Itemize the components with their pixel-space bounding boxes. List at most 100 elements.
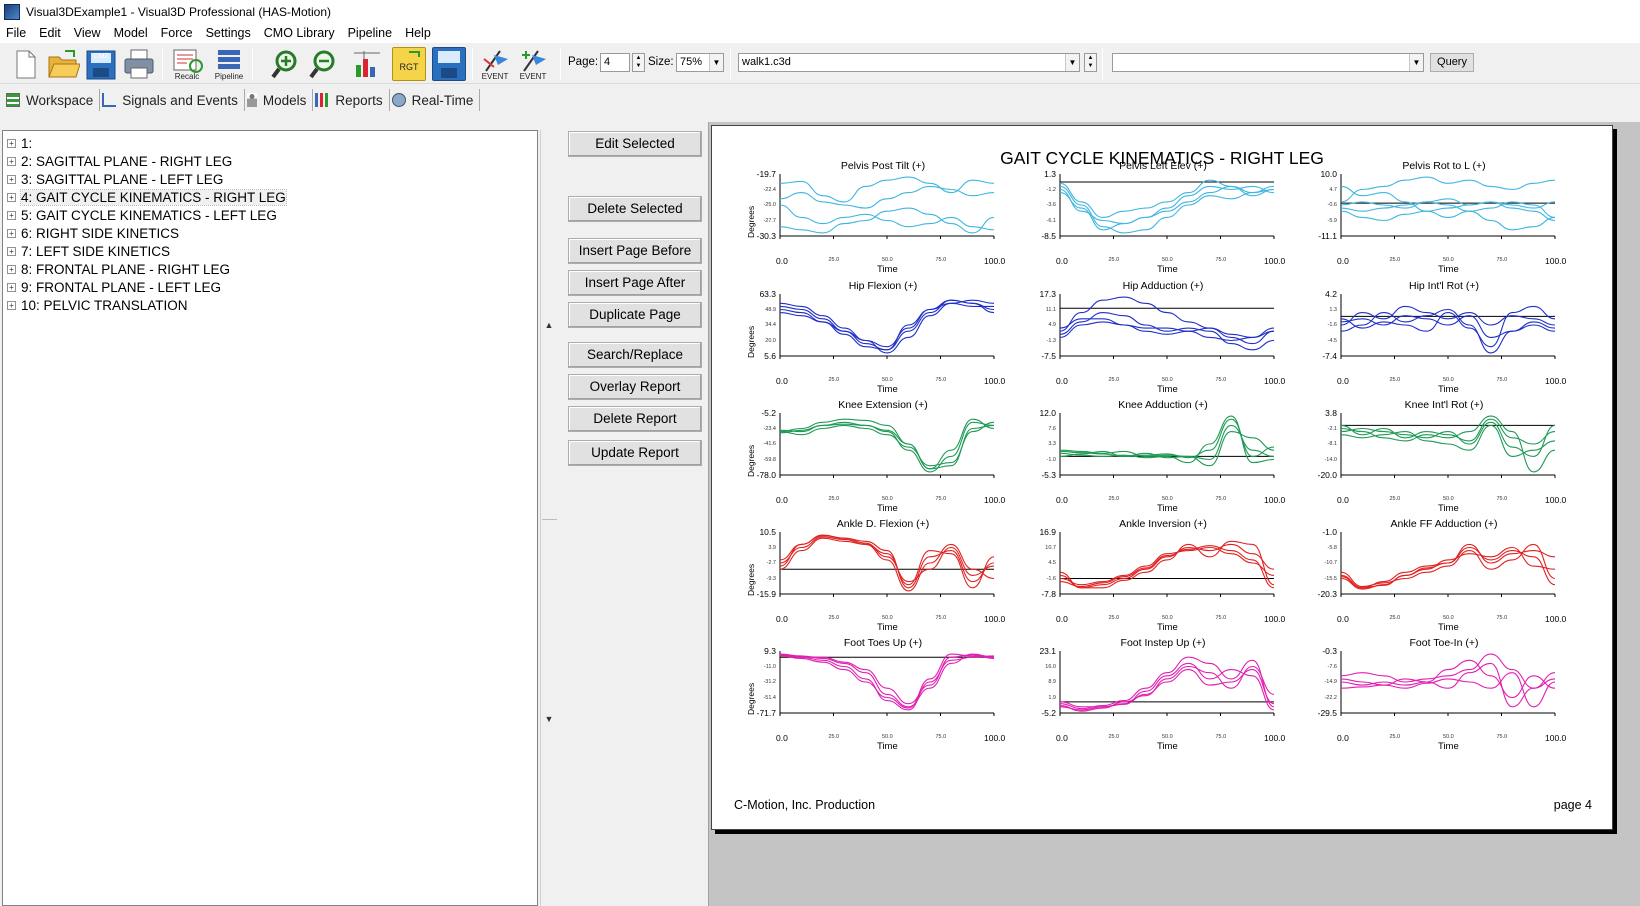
page-label: Page:: [568, 56, 599, 68]
plot-title: Hip Adduction (+): [1122, 280, 1204, 292]
x-tick-label: 0.0: [1056, 495, 1068, 505]
print-button[interactable]: [122, 47, 156, 81]
event-button-2[interactable]: EVENT: [516, 47, 550, 81]
size-dropdown[interactable]: 75% ▼: [676, 53, 724, 72]
tab-real-time[interactable]: Real-Time: [390, 89, 481, 111]
tree-item[interactable]: +5: GAIT CYCLE KINEMATICS - LEFT LEG: [7, 207, 277, 224]
x-tick-label: 50.0: [882, 257, 893, 263]
plot-knee-extension: Knee Extension (+) -5.2 -23.4 -41.6 -59.8 -78…: [746, 399, 1018, 514]
zoom-in-button[interactable]: [270, 47, 304, 81]
tree-item[interactable]: +9: FRONTAL PLANE - LEFT LEG: [7, 279, 221, 296]
rgt-save-button[interactable]: [432, 47, 466, 81]
expand-icon[interactable]: +: [7, 211, 16, 220]
event-flag-icon: [483, 50, 508, 72]
query-dropdown[interactable]: ▼: [1112, 53, 1424, 72]
new-file-button[interactable]: [8, 47, 42, 81]
x-axis-label: Time: [877, 503, 898, 514]
menu-cmo-library[interactable]: CMO Library: [264, 26, 335, 40]
rgt-open-button[interactable]: RGT: [392, 47, 426, 81]
search-replace-button[interactable]: Search/Replace: [568, 342, 702, 368]
expand-icon[interactable]: +: [7, 175, 16, 184]
plot-canvas: [779, 413, 995, 478]
menu-model[interactable]: Model: [114, 26, 148, 40]
tree-item[interactable]: +10: PELVIC TRANSLATION: [7, 297, 188, 314]
file-dropdown[interactable]: walk1.c3d ▼: [738, 53, 1080, 72]
expand-icon[interactable]: +: [7, 139, 16, 148]
expand-icon[interactable]: +: [7, 283, 16, 292]
plot-title: Knee Extension (+): [838, 399, 928, 411]
event-button-1[interactable]: EVENT: [478, 47, 512, 81]
plot-ankle-inversion: Ankle Inversion (+) 16.9 10.7 4.5 -1.6 -7.8 0.…: [1028, 518, 1298, 633]
series-line: [1059, 656, 1275, 710]
x-tick-label: 75.0: [935, 496, 947, 502]
delete-selected-button[interactable]: Delete Selected: [568, 196, 702, 222]
insert-page-after-button[interactable]: Insert Page After: [568, 270, 702, 296]
expand-icon[interactable]: +: [7, 193, 16, 202]
chevron-down-icon: ▼: [709, 54, 723, 71]
update-report-button[interactable]: Update Report: [568, 440, 702, 466]
x-tick-label: 50.0: [1443, 615, 1454, 621]
plot-canvas: [779, 651, 995, 716]
x-tick-label: 0.0: [1337, 733, 1349, 743]
plot-knee-int-l-rot: Knee Int'l Rot (+) 3.8 -2.1 -8.1 -14.0 -20.0 0…: [1309, 399, 1579, 514]
x-tick-label: 0.0: [1056, 256, 1068, 266]
x-tick-label: 25.0: [1108, 615, 1120, 621]
x-tick-label: 50.0: [1443, 257, 1454, 263]
pipeline-button[interactable]: Pipeline: [212, 47, 246, 81]
menu-edit[interactable]: Edit: [39, 26, 61, 40]
tab-models[interactable]: Models: [245, 89, 314, 111]
x-tick-label: 75.0: [935, 734, 947, 740]
page-spinner[interactable]: ▲ ▼: [632, 53, 645, 72]
x-tick-label: 100.0: [984, 495, 1006, 505]
zoom-out-button[interactable]: [308, 47, 342, 81]
tree-item[interactable]: +1:: [7, 135, 32, 152]
chart-tool-button[interactable]: [350, 47, 384, 81]
tab-signals-and-events[interactable]: Signals and Events: [100, 89, 245, 111]
overlay-report-button[interactable]: Overlay Report: [568, 374, 702, 400]
x-tick-label: 25.0: [1389, 615, 1401, 621]
x-tick-label: 100.0: [1545, 495, 1567, 505]
plot-canvas: [1340, 532, 1556, 597]
tab-workspace[interactable]: Workspace: [4, 89, 101, 111]
tree-item[interactable]: +8: FRONTAL PLANE - RIGHT LEG: [7, 261, 230, 278]
x-tick-label: 50.0: [1162, 734, 1173, 740]
tree-item-selected[interactable]: +4: GAIT CYCLE KINEMATICS - RIGHT LEG: [7, 189, 287, 206]
expand-icon[interactable]: +: [7, 301, 16, 310]
series-line: [779, 299, 995, 354]
tree-item[interactable]: +6: RIGHT SIDE KINETICS: [7, 225, 179, 242]
x-tick-label: 0.0: [1337, 376, 1349, 386]
expand-icon[interactable]: +: [7, 265, 16, 274]
menu-force[interactable]: Force: [161, 26, 193, 40]
tree-item[interactable]: +3: SAGITTAL PLANE - LEFT LEG: [7, 171, 223, 188]
expand-icon[interactable]: +: [7, 157, 16, 166]
menu-pipeline[interactable]: Pipeline: [348, 26, 392, 40]
x-tick-label: 100.0: [1264, 733, 1286, 743]
open-folder-button[interactable]: [46, 47, 81, 81]
x-tick-label: 25.0: [1108, 257, 1120, 263]
tree-item[interactable]: +7: LEFT SIDE KINETICS: [7, 243, 170, 260]
recalc-button[interactable]: Recalc: [170, 47, 204, 81]
x-tick-label: 100.0: [1545, 376, 1567, 386]
save-cmz-button[interactable]: CMZ: [84, 47, 118, 81]
menu-help[interactable]: Help: [405, 26, 431, 40]
plot-canvas: [1340, 174, 1556, 239]
duplicate-page-button[interactable]: Duplicate Page: [568, 302, 702, 328]
plot-pelvis-rot-to-l: Pelvis Rot to L (+) 10.0 4.7 -0.6 -5.9 -11.1 0…: [1309, 160, 1579, 275]
scroll-down-icon[interactable]: ▼: [541, 714, 557, 724]
page-input[interactable]: 4: [600, 53, 630, 72]
expand-icon[interactable]: +: [7, 229, 16, 238]
edit-selected-button[interactable]: Edit Selected: [568, 131, 702, 157]
tree-item[interactable]: +2: SAGITTAL PLANE - RIGHT LEG: [7, 153, 232, 170]
menu-view[interactable]: View: [74, 26, 101, 40]
delete-report-button[interactable]: Delete Report: [568, 406, 702, 432]
tab-reports[interactable]: Reports: [313, 89, 390, 111]
menu-file[interactable]: File: [6, 26, 26, 40]
query-button[interactable]: Query: [1430, 53, 1474, 72]
file-spinner[interactable]: ▲ ▼: [1084, 53, 1097, 72]
expand-icon[interactable]: +: [7, 247, 16, 256]
tree-scrollbar[interactable]: ▲ ▼: [540, 130, 558, 906]
x-tick-label: 100.0: [1545, 614, 1567, 624]
scroll-up-icon[interactable]: ▲: [541, 320, 557, 330]
insert-page-before-button[interactable]: Insert Page Before: [568, 238, 702, 264]
menu-settings[interactable]: Settings: [206, 26, 251, 40]
